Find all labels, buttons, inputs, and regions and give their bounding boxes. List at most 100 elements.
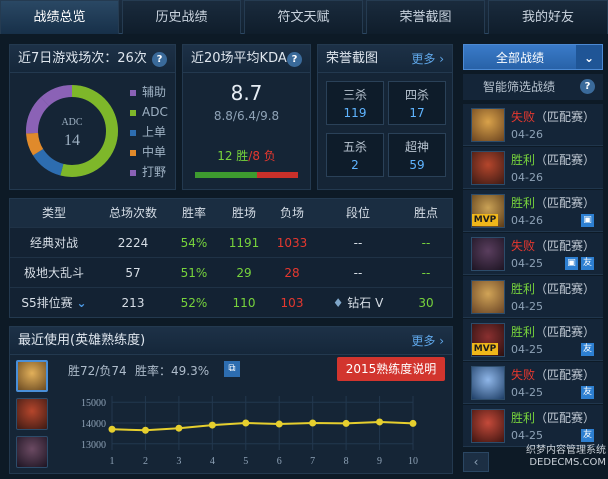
col-rank: 段位 bbox=[345, 206, 370, 220]
honor-count: 59 bbox=[409, 158, 425, 172]
match-item[interactable]: 胜利（匹配赛） 04-26 bbox=[463, 147, 603, 189]
legend-swatch bbox=[130, 169, 136, 176]
chart-point bbox=[175, 424, 183, 432]
match-result: 失败（匹配赛） bbox=[511, 237, 595, 254]
kda-title: 近20场平均KDA ? bbox=[183, 45, 310, 73]
cell-total: 2224 bbox=[117, 236, 149, 250]
mastery-2015-button[interactable]: 2015熟练度说明 bbox=[337, 357, 445, 381]
cell-total: 213 bbox=[121, 296, 145, 310]
hero-winrate: 胜率：49.3% bbox=[135, 364, 210, 378]
x-tick-label: 1 bbox=[110, 456, 115, 467]
match-item[interactable]: 失败（匹配赛） 04-26 bbox=[463, 104, 603, 146]
cell-points: 30 bbox=[418, 296, 434, 310]
result-text: 失败 bbox=[511, 110, 536, 124]
match-date: 04-25 bbox=[511, 386, 543, 399]
friend-tag[interactable]: 友 bbox=[581, 343, 594, 356]
kda-losses: 8 负 bbox=[252, 149, 276, 163]
match-date: 04-26 bbox=[511, 171, 543, 184]
smart-filter[interactable]: 智能筛选战绩 ? bbox=[463, 74, 603, 100]
chart-xticks: 1 2 3 4 5 6 7 8 9 10 bbox=[110, 456, 419, 467]
table-row: 极地大乱斗 57 51% 29 28 -- -- bbox=[10, 257, 452, 287]
tab-honor[interactable]: 荣誉截图 bbox=[366, 0, 485, 34]
tab-runes[interactable]: 符文天赋 bbox=[244, 0, 363, 34]
hero-avatar bbox=[471, 237, 505, 271]
x-tick-label: 3 bbox=[176, 456, 181, 467]
win-loss-text: 12 胜/8 负 bbox=[183, 147, 310, 164]
x-tick-label: 9 bbox=[377, 456, 382, 467]
honor-more-link[interactable]: 更多 › bbox=[411, 45, 444, 73]
recent-more-link[interactable]: 更多 › bbox=[411, 327, 444, 355]
honor-title-text: 荣誉截图 bbox=[326, 51, 379, 66]
rank-text: 钻石 V bbox=[347, 296, 384, 310]
honor-count: 119 bbox=[343, 106, 367, 120]
tab-history[interactable]: 历史战绩 bbox=[122, 0, 241, 34]
chevron-down-icon[interactable]: ⌄ bbox=[576, 45, 602, 69]
cell-wins: 110 bbox=[232, 296, 256, 310]
result-text: 胜利 bbox=[511, 282, 536, 296]
match-item[interactable]: MVP 胜利（匹配赛） 04-25 友 bbox=[463, 319, 603, 361]
col-rate: 胜率 bbox=[181, 206, 206, 220]
match-item[interactable]: MVP 胜利（匹配赛） 04-26 ▣ bbox=[463, 190, 603, 232]
prev-page-button[interactable]: ‹ bbox=[463, 452, 489, 472]
match-result: 胜利（匹配赛） bbox=[511, 409, 595, 426]
match-mode: （匹配赛） bbox=[535, 239, 596, 253]
match-result: 胜利（匹配赛） bbox=[511, 194, 595, 211]
honor-panel: 荣誉截图 更多 › 三杀 119 四杀 17 五杀 2 超神 59 bbox=[317, 44, 453, 190]
top-tabs: 战绩总览 历史战绩 符文天赋 荣誉截图 我的好友 bbox=[0, 0, 608, 34]
help-icon[interactable]: ? bbox=[580, 79, 595, 94]
tab-overview[interactable]: 战绩总览 bbox=[0, 0, 119, 34]
screenshot-icon[interactable]: ▣ bbox=[581, 214, 594, 227]
more-text: 更多 bbox=[411, 334, 436, 348]
cell-rank: -- bbox=[353, 236, 363, 250]
cell-rate: 54% bbox=[180, 236, 208, 250]
help-icon[interactable]: ? bbox=[287, 52, 302, 67]
all-matches-dropdown[interactable]: 全部战绩 ⌄ bbox=[463, 44, 603, 70]
cell-losses: 28 bbox=[284, 266, 300, 280]
smart-filter-label: 智能筛选战绩 bbox=[483, 80, 556, 94]
hero-thumb-vayne[interactable] bbox=[16, 436, 48, 468]
match-item[interactable]: 胜利（匹配赛） 04-25 bbox=[463, 276, 603, 318]
col-losses: 负场 bbox=[279, 206, 304, 220]
win-loss-bar-fill bbox=[195, 172, 257, 178]
recent-title: 最近使用(英雄熟练度) 更多 › bbox=[10, 327, 452, 355]
col-points: 胜点 bbox=[413, 206, 438, 220]
donut-center-count: 14 bbox=[64, 132, 80, 149]
col-type: 类型 bbox=[41, 206, 66, 220]
games7-title: 近7日游戏场次：26次 ? bbox=[10, 45, 175, 73]
legend-swatch bbox=[130, 109, 136, 116]
legend-label: 打野 bbox=[142, 165, 167, 179]
donut-center-role: ADC bbox=[61, 117, 82, 128]
screenshot-icon[interactable]: ▣ bbox=[565, 257, 578, 270]
chevron-down-icon[interactable]: ⌄ bbox=[77, 296, 87, 310]
win-loss-bar bbox=[195, 172, 298, 178]
match-date: 04-26 bbox=[511, 128, 543, 141]
hero-thumb-ezreal[interactable] bbox=[16, 360, 48, 392]
cell-rank: -- bbox=[353, 266, 363, 280]
friend-tag[interactable]: 友 bbox=[581, 386, 594, 399]
friend-tag[interactable]: 友 bbox=[581, 257, 594, 270]
role-donut: ADC 14 bbox=[26, 85, 118, 177]
result-text: 胜利 bbox=[511, 325, 536, 339]
match-item[interactable]: 胜利（匹配赛） 04-25 友 bbox=[463, 405, 603, 447]
match-item[interactable]: 失败（匹配赛） 04-25 友 bbox=[463, 362, 603, 404]
legend-label: 上单 bbox=[142, 125, 167, 139]
cell-wins: 29 bbox=[236, 266, 252, 280]
match-mode: （匹配赛） bbox=[535, 411, 596, 425]
friend-tag[interactable]: 友 bbox=[581, 429, 594, 442]
hero-record: 胜72/负74 bbox=[68, 364, 127, 378]
ranked-type-cell[interactable]: S5排位赛 ⌄ bbox=[10, 288, 98, 317]
tab-friends[interactable]: 我的好友 bbox=[488, 0, 608, 34]
hero-thumb-wukong[interactable] bbox=[16, 398, 48, 430]
hero-avatar bbox=[471, 151, 505, 185]
honor-title: 荣誉截图 更多 › bbox=[318, 45, 452, 73]
x-tick-label: 8 bbox=[344, 456, 349, 467]
diamond-rank-icon: ♦ bbox=[332, 296, 344, 310]
x-tick-label: 10 bbox=[408, 456, 418, 467]
match-item[interactable]: 失败（匹配赛） 04-25 友 ▣ bbox=[463, 233, 603, 275]
x-tick-label: 2 bbox=[143, 456, 148, 467]
honor-triple: 三杀 119 bbox=[326, 81, 384, 125]
copy-icon[interactable]: ⧉ bbox=[224, 361, 240, 377]
cell-type: 极地大乱斗 bbox=[23, 266, 84, 280]
chart-point bbox=[242, 419, 250, 427]
help-icon[interactable]: ? bbox=[152, 52, 167, 67]
